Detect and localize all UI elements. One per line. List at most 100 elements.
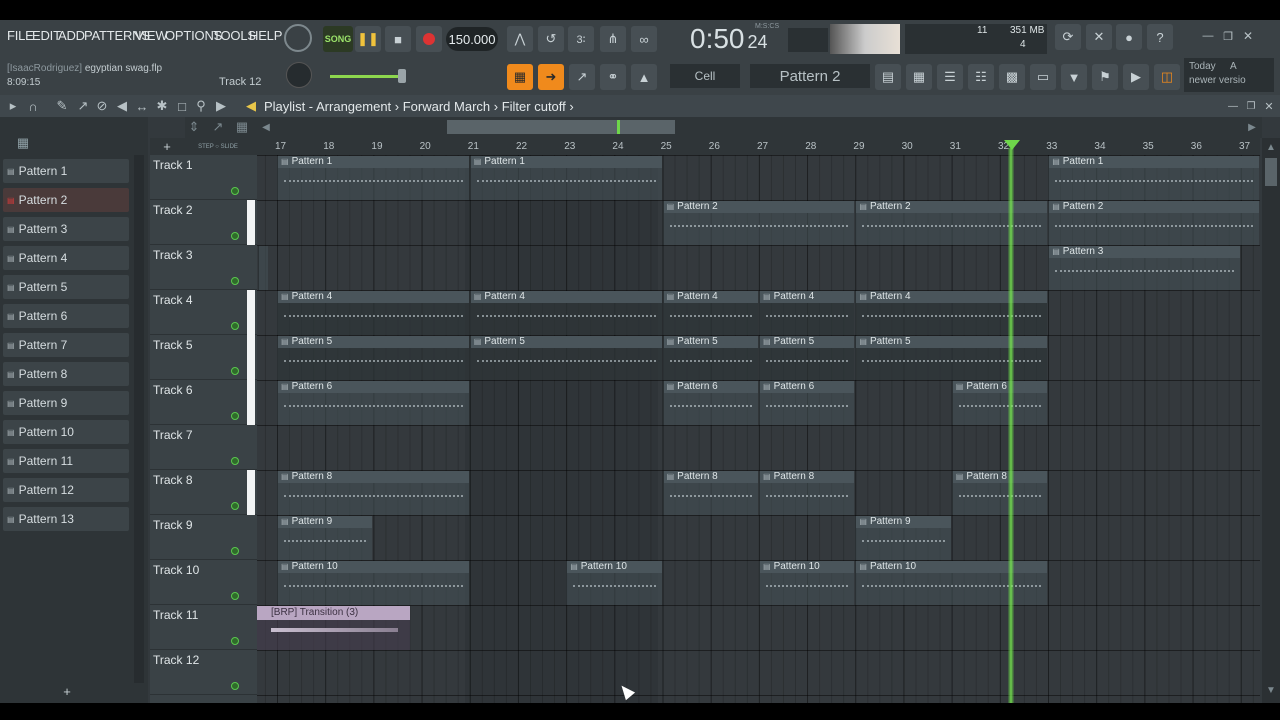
- playlist-clip[interactable]: ▤ Pattern 9: [855, 516, 951, 560]
- pattern-item[interactable]: ▤ Pattern 12: [3, 478, 129, 502]
- track-header[interactable]: Track 2: [150, 200, 257, 245]
- scroll-left-icon[interactable]: ◀: [259, 120, 273, 134]
- loop-record-icon[interactable]: ∞: [631, 26, 657, 52]
- track-selection-bar[interactable]: [247, 380, 255, 425]
- metronome-icon[interactable]: ⋀: [507, 26, 533, 52]
- track-selection-bar[interactable]: [247, 290, 255, 335]
- pattern-item[interactable]: ▤ Pattern 13: [3, 507, 129, 531]
- master-pitch-knob[interactable]: [286, 62, 312, 88]
- playlist-clip[interactable]: ▤ Pattern 1: [469, 156, 662, 200]
- playlist-clip[interactable]: ▤ Pattern 4: [662, 291, 758, 335]
- track-header[interactable]: Track 8: [150, 470, 257, 515]
- playlist-clip[interactable]: ▤ Pattern 6: [951, 381, 1048, 425]
- browser-icon[interactable]: ▭: [1030, 64, 1056, 90]
- pattern-item[interactable]: ▤ Pattern 9: [3, 391, 129, 415]
- playlist-maximize-icon[interactable]: ❐: [1244, 98, 1258, 114]
- wait-record-icon[interactable]: ↺: [538, 26, 564, 52]
- playhead-line[interactable]: [1008, 148, 1014, 703]
- paint-brush-icon[interactable]: ↗: [569, 64, 595, 90]
- playlist-clip[interactable]: ▤ Pattern 10: [759, 561, 855, 605]
- edison-icon[interactable]: ⚑: [1092, 64, 1118, 90]
- track-mute-led[interactable]: [231, 277, 239, 285]
- pencil-icon[interactable]: ✎: [55, 98, 69, 114]
- track-header[interactable]: Track 3: [150, 245, 257, 290]
- mixer-icon[interactable]: ☷: [968, 64, 994, 90]
- track-mute-led[interactable]: [231, 637, 239, 645]
- tempo-display[interactable]: 150.000: [446, 27, 498, 51]
- add-pattern-icon[interactable]: +: [58, 683, 76, 699]
- track-header[interactable]: Track 11: [150, 605, 257, 650]
- track-header[interactable]: Track 7: [150, 425, 257, 470]
- breadcrumb-arrangement[interactable]: Forward March: [403, 99, 490, 114]
- stamp-icon[interactable]: ▲: [631, 64, 657, 90]
- playlist-clip[interactable]: ▤ Pattern 1: [1048, 156, 1260, 200]
- stop-button[interactable]: ■: [385, 26, 411, 52]
- playlist-clip[interactable]: ▤ Pattern 8: [277, 471, 469, 515]
- plugin-icon[interactable]: ▼: [1061, 64, 1087, 90]
- timeline-ruler[interactable]: 17 18 19 20 21 22 23 24 25 26 27 28 29 30 31 32 33 34 35 36…: [257, 138, 1260, 155]
- track-mute-led[interactable]: [231, 457, 239, 465]
- step-slide-toggle[interactable]: STEP ○ SLIDE: [188, 138, 248, 155]
- track-mute-led[interactable]: [231, 187, 239, 195]
- vertical-scrollbar[interactable]: ▲ ▼: [1262, 138, 1280, 703]
- microphone-icon[interactable]: ●: [1116, 24, 1142, 50]
- audio-clip[interactable]: [BRP] Transition (3): [257, 606, 410, 650]
- playlist-clip[interactable]: ▤ Pattern 2: [1048, 201, 1260, 245]
- playhead-marker-icon[interactable]: [1004, 140, 1020, 150]
- record-button[interactable]: [416, 26, 442, 52]
- playlist-clip[interactable]: ▤ Pattern 5: [855, 336, 1048, 380]
- scroll-right-icon[interactable]: ▶: [1245, 120, 1259, 134]
- playlist-clip[interactable]: ▤ Pattern 5: [662, 336, 758, 380]
- playlist-clip[interactable]: ▤ Pattern 4: [759, 291, 855, 335]
- pat-song-toggle-knob[interactable]: [284, 24, 312, 52]
- track-selection-bar[interactable]: [247, 200, 255, 245]
- menu-edit[interactable]: EDIT: [32, 28, 61, 43]
- magnet-icon[interactable]: ∩: [26, 98, 40, 114]
- pattern-item[interactable]: ▤ Pattern 2: [3, 188, 129, 212]
- track-mute-led[interactable]: [231, 322, 239, 330]
- playlist-clip[interactable]: ▤ Pattern 10: [277, 561, 469, 605]
- track-mute-led[interactable]: [231, 502, 239, 510]
- breadcrumb-view[interactable]: Playlist - Arrangement: [264, 99, 391, 114]
- brush-icon[interactable]: ↗: [76, 98, 90, 114]
- playlist-clip[interactable]: ▤ Pattern 8: [662, 471, 758, 515]
- track-header[interactable]: Track 1: [150, 155, 257, 200]
- playlist-clip[interactable]: ▤ Pattern 3: [1048, 246, 1240, 290]
- close-icon[interactable]: ✕: [1240, 28, 1256, 44]
- picker-toggle-icon[interactable]: ▦: [14, 135, 32, 151]
- pattern-list-scrollbar[interactable]: [134, 155, 144, 683]
- news-panel[interactable]: Today A newer versio: [1184, 58, 1274, 92]
- typing-keyboard-icon[interactable]: ▦: [507, 64, 533, 90]
- track-mute-led[interactable]: [231, 682, 239, 690]
- playlist-clip[interactable]: ▤ Pattern 6: [759, 381, 855, 425]
- countdown-icon[interactable]: 3∶: [568, 26, 594, 52]
- pattern-selector[interactable]: Pattern 2: [750, 64, 870, 88]
- playlist-clip[interactable]: ▤ Pattern 6: [277, 381, 469, 425]
- menu-add[interactable]: ADD: [58, 28, 85, 43]
- link-icon[interactable]: ⚭: [600, 64, 626, 90]
- scroll-down-icon[interactable]: ▼: [1264, 683, 1278, 697]
- playlist-clip[interactable]: ▤ Pattern 4: [469, 291, 662, 335]
- track-mute-led[interactable]: [231, 232, 239, 240]
- minimize-icon[interactable]: —: [1200, 28, 1216, 44]
- channel-rack-icon[interactable]: ☰: [937, 64, 963, 90]
- add-track-icon[interactable]: +: [160, 138, 174, 155]
- mute-icon[interactable]: ◀: [115, 98, 129, 114]
- mini-snap-icon[interactable]: ⇕: [185, 119, 203, 135]
- pattern-item[interactable]: ▤ Pattern 8: [3, 362, 129, 386]
- playlist-clip[interactable]: ▤ Pattern 2: [855, 201, 1048, 245]
- playlist-clip[interactable]: ▤ Pattern 5: [759, 336, 855, 380]
- playlist-clip[interactable]: ▤ Pattern 9: [277, 516, 373, 560]
- track-mute-led[interactable]: [231, 547, 239, 555]
- menu-arrow-icon[interactable]: ▸: [6, 98, 20, 114]
- step-edit-icon[interactable]: ⋔: [600, 26, 626, 52]
- pattern-item[interactable]: ▤ Pattern 11: [3, 449, 129, 473]
- vscroll-thumb[interactable]: [1265, 158, 1277, 186]
- song-mode-button[interactable]: SONG: [323, 26, 353, 52]
- zoom-icon[interactable]: ⚲: [194, 98, 208, 114]
- master-volume-handle[interactable]: [398, 69, 406, 83]
- track-mute-led[interactable]: [231, 367, 239, 375]
- playlist-clip[interactable]: ▤ Pattern 5: [277, 336, 469, 380]
- playlist-clip[interactable]: ▤ Pattern 6: [662, 381, 758, 425]
- play-pause-button[interactable]: ❚❚: [355, 26, 381, 52]
